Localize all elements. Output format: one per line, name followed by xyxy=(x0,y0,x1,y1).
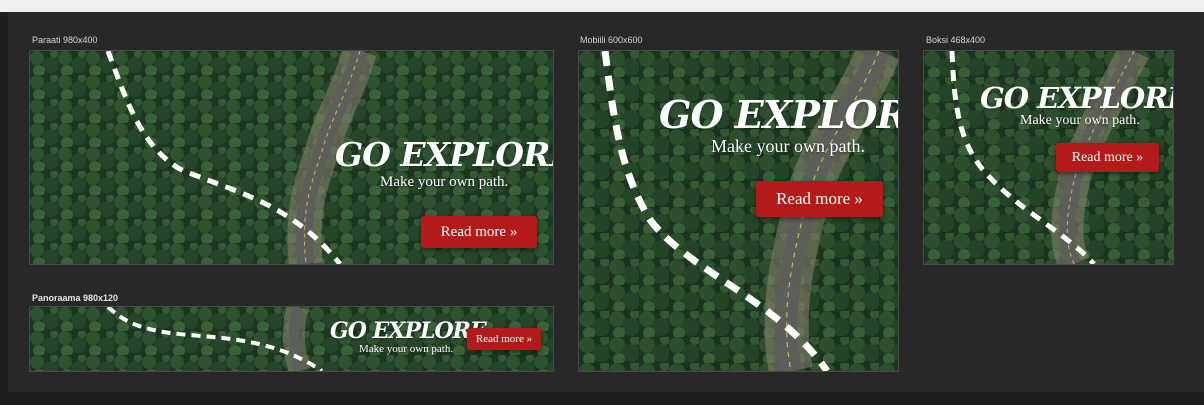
banner-tagline: Make your own path. xyxy=(1020,113,1140,128)
banner-headline: GO EXPLORE xyxy=(330,318,487,344)
banner-headline: GO EXPLORE xyxy=(659,92,898,137)
banner-headline: GO EXPLORE xyxy=(335,135,553,174)
artboard-paraati[interactable]: GO EXPLORE Make your own path. Read more… xyxy=(30,51,553,264)
artboards-area: Paraati 980x400 GO EXPLORE Make your own… xyxy=(8,12,1204,392)
artboard-panoraama[interactable]: GO EXPLORE Make your own path. Read more… xyxy=(30,307,553,371)
read-more-button[interactable]: Read more » xyxy=(467,328,541,350)
read-more-button[interactable]: Read more » xyxy=(756,181,883,217)
artboard-label-paraati[interactable]: Paraati 980x400 xyxy=(32,35,98,45)
banner-tagline: Make your own path. xyxy=(380,174,509,190)
top-bar xyxy=(0,0,1204,12)
artboard-boksi[interactable]: GO EXPLORE Make your own path. Read more… xyxy=(924,51,1173,264)
artboard-label-mobiili[interactable]: Mobiili 600x600 xyxy=(580,35,643,45)
artboard-label-panoraama[interactable]: Panoraama 980x120 xyxy=(32,293,118,303)
banner-headline: GO EXPLORE xyxy=(980,81,1173,115)
artboard-label-boksi[interactable]: Boksi 468x400 xyxy=(926,35,985,45)
artboard-workspace: Paraati 980x400 GO EXPLORE Make your own… xyxy=(0,0,1204,405)
banner-tagline: Make your own path. xyxy=(359,343,454,355)
read-more-button[interactable]: Read more » xyxy=(1056,143,1159,172)
artboard-mobiili[interactable]: GO EXPLORE Make your own path. Read more… xyxy=(579,51,898,371)
banner-tagline: Make your own path. xyxy=(711,136,865,156)
read-more-button[interactable]: Read more » xyxy=(421,216,537,248)
